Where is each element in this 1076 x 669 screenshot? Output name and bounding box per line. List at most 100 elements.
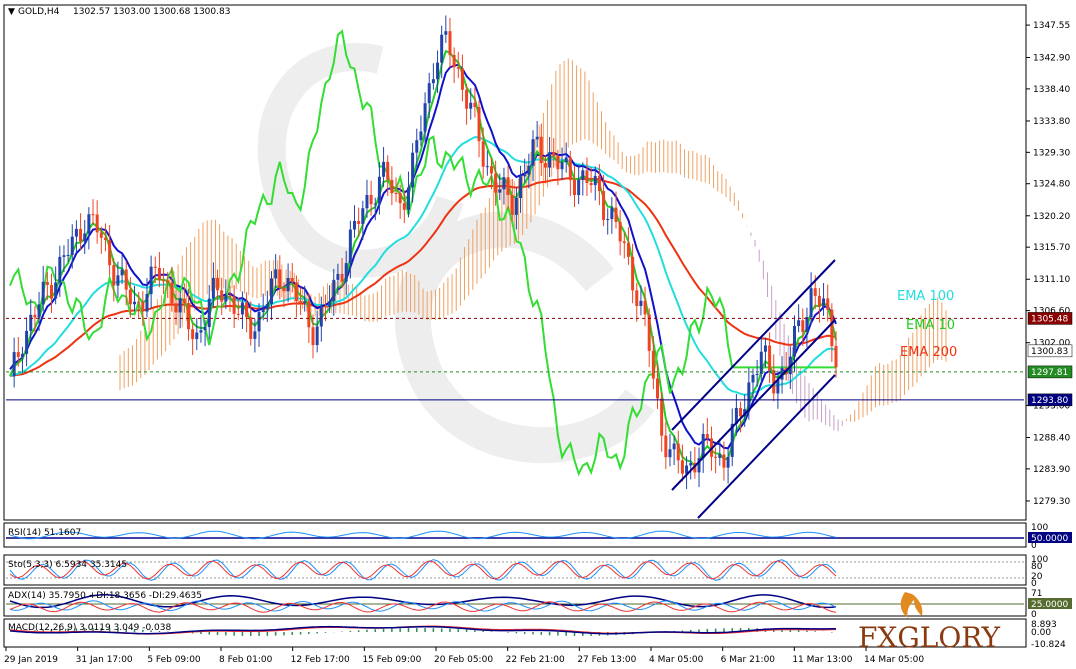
candle-body [45,281,49,285]
sub-tick-label: -10.824 [1031,640,1066,650]
time-tick-label: 12 Feb 17:00 [291,655,350,665]
price-tag-label-resistance: 1305.48 [1031,314,1068,324]
candle-body [460,68,464,90]
price-tick-label: 1283.90 [1033,465,1070,475]
candle-body [290,277,294,283]
candle-body [527,165,531,175]
candle-body [705,433,709,439]
time-tick-label: 8 Feb 01:00 [219,655,273,665]
candle-body [689,463,693,466]
stochastic-panel[interactable] [3,554,1027,586]
candle-body [656,378,660,399]
candle-body [348,229,352,264]
candle-body [444,31,448,35]
candle-body [631,256,635,291]
candle-body [245,302,249,318]
candle-body [469,102,473,109]
candle-body [50,284,54,299]
time-tick-label: 15 Feb 09:00 [362,655,421,665]
candle-body [448,31,452,55]
candle-body [585,170,589,183]
candle-body [236,313,240,315]
candle-body [170,282,174,304]
candle-body [614,207,618,222]
candle-body [319,306,323,327]
candle-body [606,219,610,221]
candle-body [124,269,128,290]
price-tag-label-low_line: 1293.80 [1031,396,1068,406]
candle-body [20,353,24,357]
candle-body [307,301,311,328]
price-tick-label: 1338.40 [1033,85,1070,95]
candle-body [701,433,705,459]
candle-body [751,374,755,383]
candle-body [626,243,630,257]
candle-body [477,107,481,142]
candle-body [33,314,37,318]
candle-body [265,303,269,310]
candle-body [680,460,684,474]
candle-body [797,320,801,327]
price-tick-label: 1324.80 [1033,180,1070,190]
candle-body [456,67,460,69]
candle-body [506,177,510,196]
candle-body [581,170,585,180]
adx-label: ADX(14) 35.7950 +DI:18.3656 -DI:29.4635 [8,591,202,601]
candle-body [427,83,431,104]
candle-body [257,312,261,332]
candle-body [70,236,74,256]
candle-body [103,237,107,240]
candle-body [195,332,199,340]
legend-ema100: EMA 100 [897,289,954,304]
candle-body [386,161,390,180]
candle-body [357,220,361,224]
brand-name: FXGLORY [858,621,1000,654]
candle-body [182,298,186,304]
sub-tick-label: 100 [1031,523,1048,533]
time-tick-label: 4 Mar 05:00 [649,655,704,665]
candle-body [564,157,568,163]
candle-body [523,174,527,177]
candle-body [589,182,593,186]
price-tick-label: 1315.70 [1033,243,1070,253]
candle-body [577,179,581,196]
candle-body [489,166,493,174]
candle-body [639,300,643,306]
candle-body [494,173,498,193]
candle-body [834,346,838,368]
candle-body [830,309,834,347]
candle-body [481,141,485,167]
candle-body [747,382,751,410]
candle-body [635,290,639,306]
candle-body [593,175,597,186]
candle-body [556,156,560,170]
price-tick-label: 1329.30 [1033,148,1070,158]
candle-body [203,327,207,331]
time-tick-label: 27 Feb 13:00 [577,655,636,665]
candle-body [120,269,124,276]
candle-body [174,303,178,313]
price-tick-label: 1347.55 [1033,21,1070,31]
header-arrow-icon[interactable]: ▼ [8,7,15,17]
candle-body [228,295,232,297]
sub-tick-label: 0.00 [1031,628,1051,638]
candle-body [406,187,410,210]
candle-body [369,195,373,205]
price-tick-label: 1333.80 [1033,117,1070,127]
candle-body [58,256,62,283]
candle-body [502,177,506,190]
candle-body [253,331,257,339]
time-tick-label: 29 Jan 2019 [4,655,58,665]
candle-body [211,277,215,299]
candle-body [315,326,319,346]
candle-body [411,152,415,188]
price-axis: 1347.55 1342.90 1338.40 1333.80 1329.30 1324.… [1026,21,1073,650]
candle-body [560,162,564,170]
time-axis: 29 Jan 2019 31 Jan 17:00 5 Feb 09:00 8 Feb … [4,647,924,665]
trading-chart[interactable]: 1347.55 1342.90 1338.40 1333.80 1329.30 1324.… [0,0,1076,669]
time-tick-label: 22 Feb 21:00 [506,655,565,665]
candle-body [311,327,315,346]
candle-body [41,281,45,305]
candle-body [186,303,190,330]
candle-body [805,317,809,332]
